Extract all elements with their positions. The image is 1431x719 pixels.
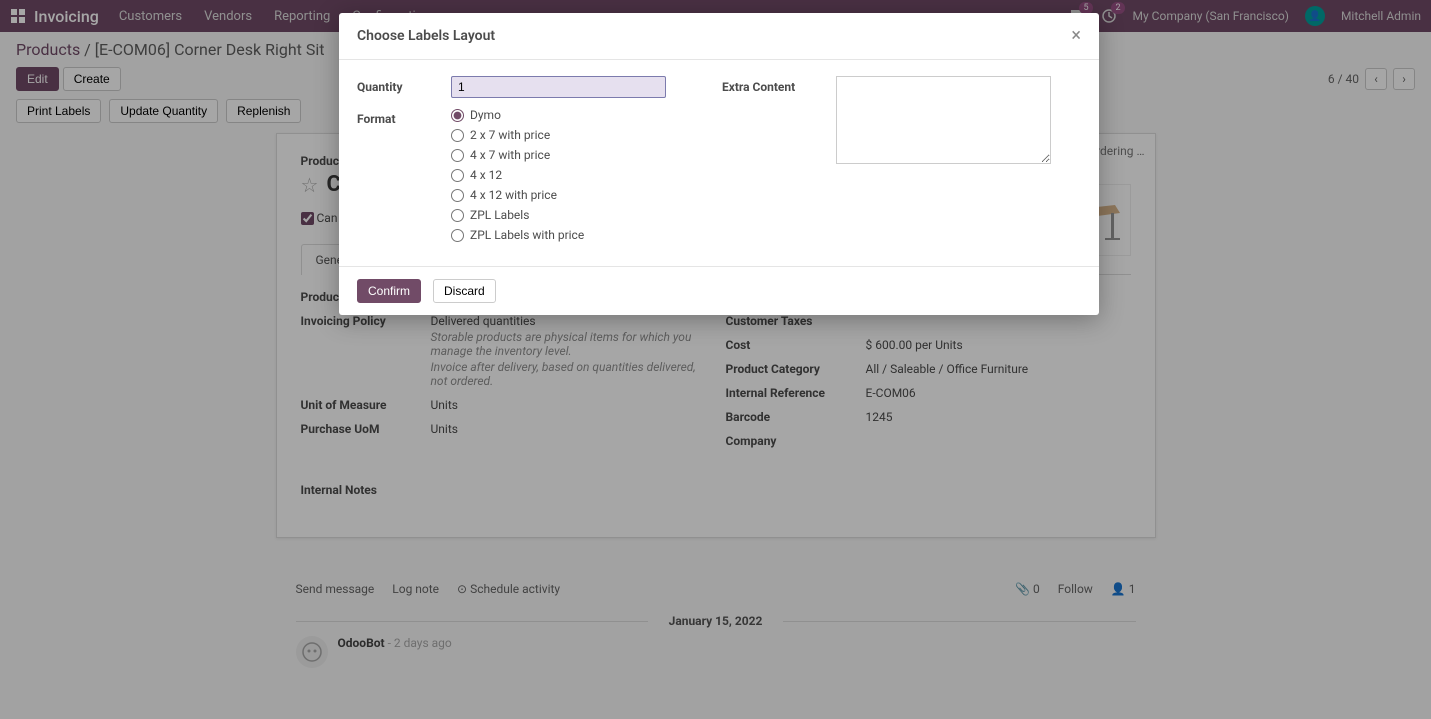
- extra-content-textarea[interactable]: [836, 76, 1051, 164]
- format-option-4x7-price[interactable]: 4 x 7 with price: [451, 148, 702, 162]
- format-label: Format: [357, 108, 437, 126]
- format-option-zpl[interactable]: ZPL Labels: [451, 208, 702, 222]
- confirm-button[interactable]: Confirm: [357, 279, 421, 303]
- labels-layout-modal: Choose Labels Layout × Quantity Format D…: [339, 13, 1099, 315]
- format-option-zpl-price[interactable]: ZPL Labels with price: [451, 228, 702, 242]
- format-option-dymo[interactable]: Dymo: [451, 108, 702, 122]
- quantity-label: Quantity: [357, 76, 437, 94]
- modal-close-button[interactable]: ×: [1071, 27, 1081, 45]
- discard-button[interactable]: Discard: [433, 279, 496, 303]
- format-option-4x12[interactable]: 4 x 12: [451, 168, 702, 182]
- format-option-4x12-price[interactable]: 4 x 12 with price: [451, 188, 702, 202]
- extra-content-label: Extra Content: [722, 76, 822, 242]
- quantity-input[interactable]: [451, 76, 666, 98]
- format-radio-group: Dymo 2 x 7 with price 4 x 7 with price 4…: [451, 108, 702, 242]
- modal-title: Choose Labels Layout: [357, 28, 495, 44]
- format-option-2x7-price[interactable]: 2 x 7 with price: [451, 128, 702, 142]
